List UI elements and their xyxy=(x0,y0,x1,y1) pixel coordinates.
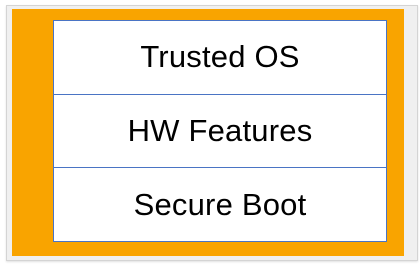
layer-secure-boot: Secure Boot xyxy=(54,167,386,242)
layer-stack: Trusted OS HW Features Secure Boot xyxy=(53,20,387,242)
layer-label: Trusted OS xyxy=(140,39,300,75)
layer-label: HW Features xyxy=(127,113,313,148)
layer-hw-features: HW Features xyxy=(54,93,386,168)
layer-label: Secure Boot xyxy=(133,186,307,222)
layer-trusted-os: Trusted OS xyxy=(54,21,386,94)
